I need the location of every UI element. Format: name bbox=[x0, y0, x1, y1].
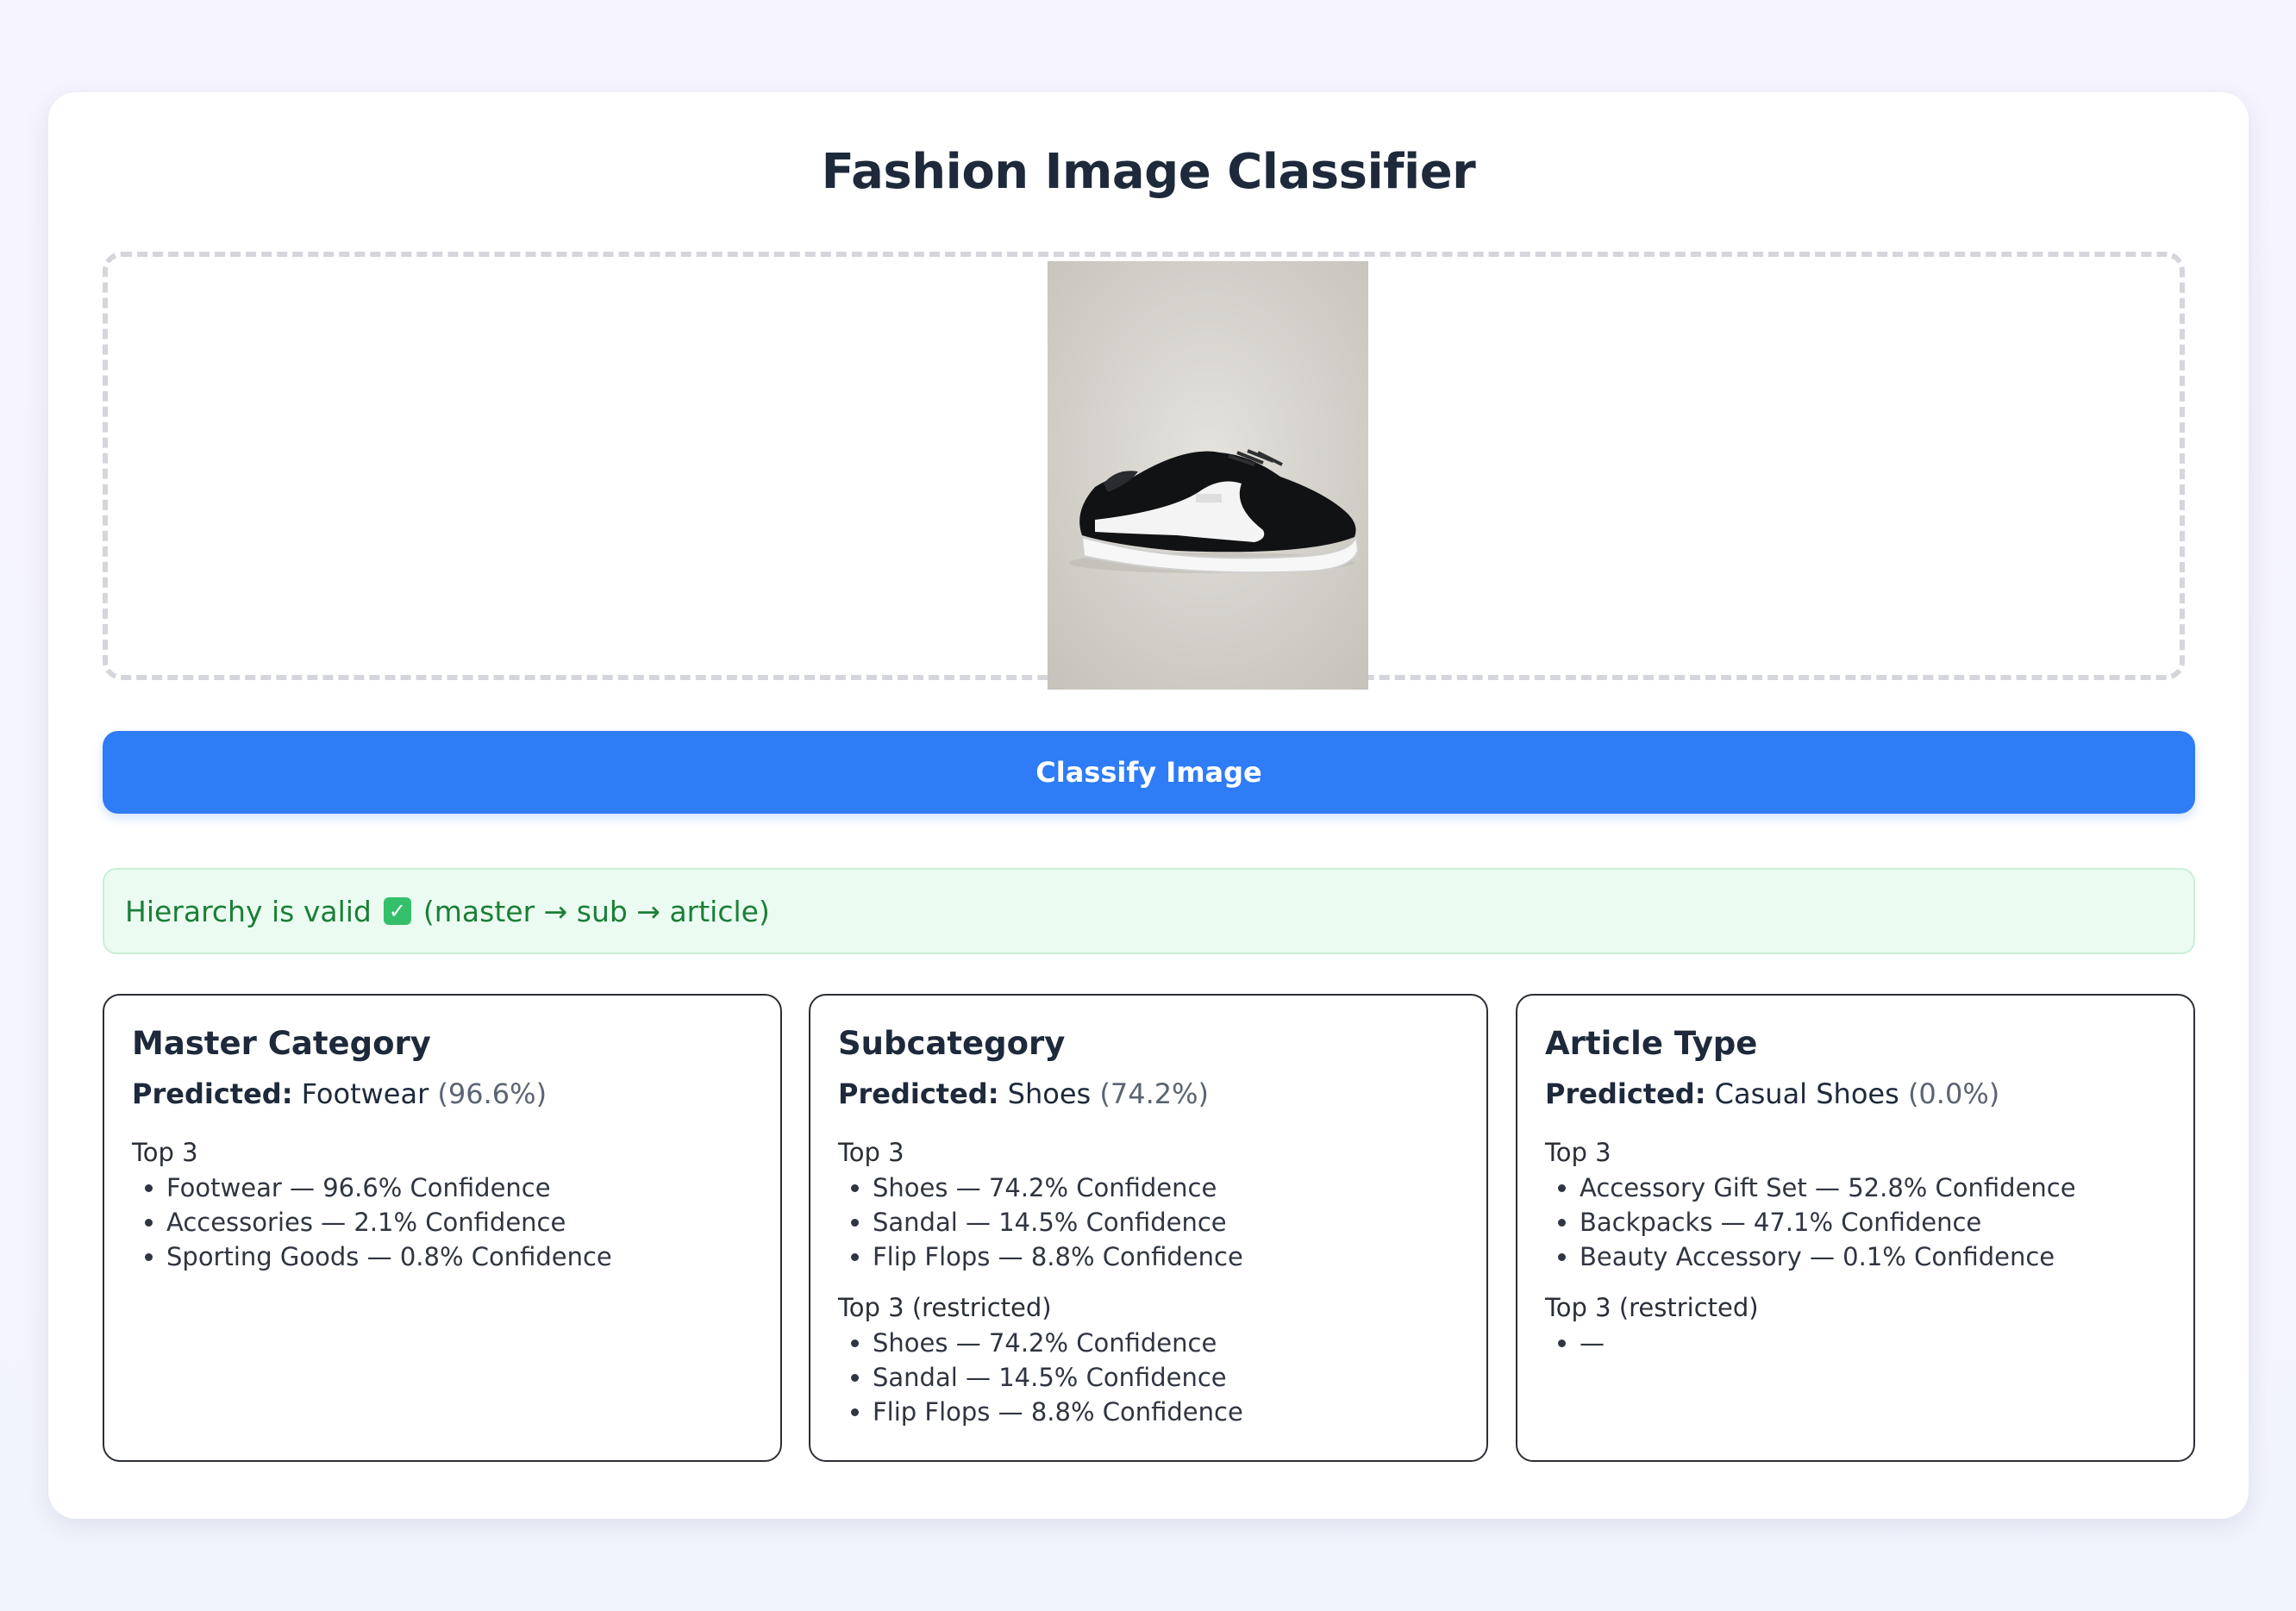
list-item: Flip Flops — 8.8% Confidence bbox=[873, 1395, 1459, 1429]
list-item: Sporting Goods — 0.8% Confidence bbox=[166, 1239, 753, 1274]
list-item: Flip Flops — 8.8% Confidence bbox=[873, 1239, 1459, 1274]
hierarchy-status-banner: Hierarchy is valid ✓ (master → sub → art… bbox=[103, 868, 2195, 954]
top3-restricted-title: Top 3 (restricted) bbox=[1545, 1293, 1759, 1322]
list-item: Shoes — 74.2% Confidence bbox=[873, 1326, 1459, 1360]
panel-heading: Master Category bbox=[132, 1025, 431, 1062]
predicted-confidence: (96.6%) bbox=[437, 1077, 547, 1110]
top3-title: Top 3 bbox=[1545, 1138, 1611, 1167]
list-item: Accessory Gift Set — 52.8% Confidence bbox=[1580, 1171, 2166, 1205]
predicted-row: Predicted: Footwear (96.6%) bbox=[132, 1077, 753, 1110]
status-text: Hierarchy is valid bbox=[125, 894, 372, 928]
predicted-row: Predicted: Casual Shoes (0.0%) bbox=[1545, 1077, 2166, 1110]
check-box-icon: ✓ bbox=[383, 897, 411, 925]
list-item: Beauty Accessory — 0.1% Confidence bbox=[1580, 1239, 2166, 1274]
list-item: Backpacks — 47.1% Confidence bbox=[1580, 1205, 2166, 1239]
uploaded-image-preview bbox=[1048, 261, 1368, 690]
article-type-panel: Article Type Predicted: Casual Shoes (0.… bbox=[1516, 994, 2195, 1462]
top3-restricted-list: — bbox=[1545, 1326, 2166, 1360]
classify-image-button[interactable]: Classify Image bbox=[103, 731, 2195, 814]
list-item: Sandal — 14.5% Confidence bbox=[873, 1205, 1459, 1239]
master-category-panel: Master Category Predicted: Footwear (96.… bbox=[103, 994, 782, 1462]
predicted-label: Predicted: bbox=[132, 1077, 293, 1110]
predicted-label: Predicted: bbox=[838, 1077, 999, 1110]
top3-restricted-title: Top 3 (restricted) bbox=[838, 1293, 1052, 1322]
top3-title: Top 3 bbox=[132, 1138, 198, 1167]
list-item: Sandal — 14.5% Confidence bbox=[873, 1360, 1459, 1395]
panel-heading: Subcategory bbox=[838, 1025, 1066, 1062]
status-hierarchy-path: (master → sub → article) bbox=[422, 894, 770, 928]
predicted-confidence: (0.0%) bbox=[1907, 1077, 2000, 1110]
predicted-value: Casual Shoes bbox=[1714, 1077, 1899, 1110]
predicted-confidence: (74.2%) bbox=[1099, 1077, 1209, 1110]
predicted-row: Predicted: Shoes (74.2%) bbox=[838, 1077, 1459, 1110]
list-item: Accessories — 2.1% Confidence bbox=[166, 1205, 753, 1239]
top3-list: Shoes — 74.2% Confidence Sandal — 14.5% … bbox=[838, 1171, 1459, 1274]
page-title: Fashion Image Classifier bbox=[821, 144, 1476, 200]
list-item: — bbox=[1580, 1326, 2166, 1360]
list-item: Footwear — 96.6% Confidence bbox=[166, 1171, 753, 1205]
predicted-label: Predicted: bbox=[1545, 1077, 1706, 1110]
top3-list: Footwear — 96.6% Confidence Accessories … bbox=[132, 1171, 753, 1274]
top3-title: Top 3 bbox=[838, 1138, 904, 1167]
top3-restricted-list: Shoes — 74.2% Confidence Sandal — 14.5% … bbox=[838, 1326, 1459, 1429]
classifier-card: Fashion Image Classifier Classify Image … bbox=[48, 92, 2249, 1519]
image-dropzone[interactable] bbox=[103, 252, 2185, 690]
subcategory-panel: Subcategory Predicted: Shoes (74.2%) Top… bbox=[809, 994, 1488, 1462]
panel-heading: Article Type bbox=[1545, 1025, 1758, 1062]
list-item: Shoes — 74.2% Confidence bbox=[873, 1171, 1459, 1205]
predicted-value: Shoes bbox=[1007, 1077, 1092, 1110]
predicted-value: Footwear bbox=[301, 1077, 429, 1110]
top3-list: Accessory Gift Set — 52.8% Confidence Ba… bbox=[1545, 1171, 2166, 1274]
